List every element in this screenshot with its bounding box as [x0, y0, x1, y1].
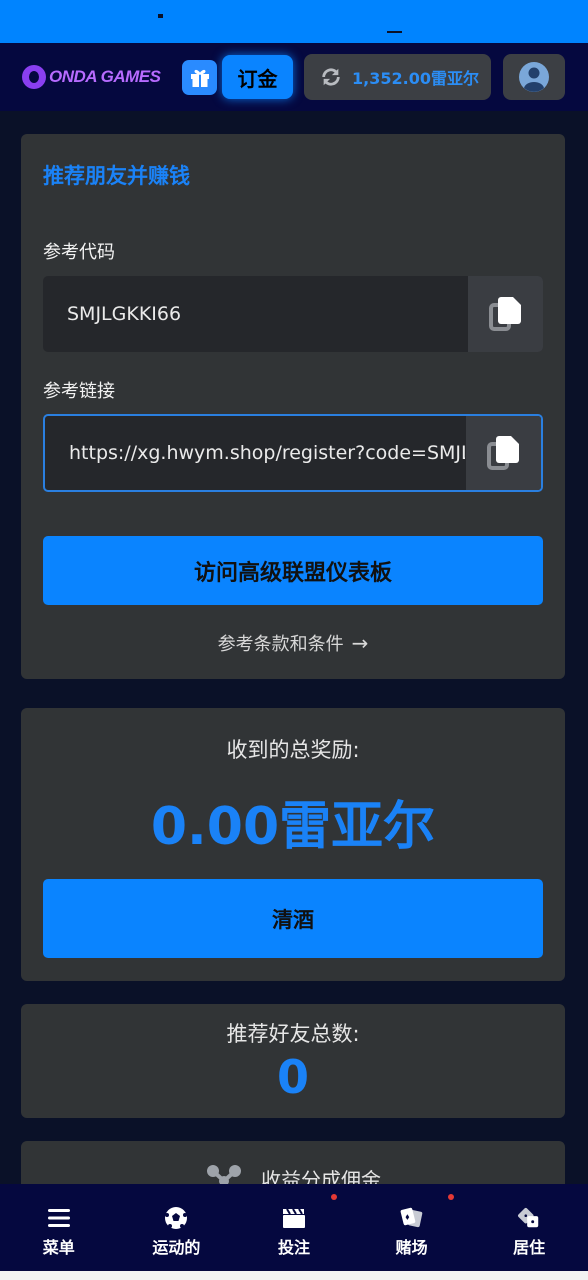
system-gesture-bar — [0, 1271, 588, 1280]
nav-label: 居住 — [513, 1238, 546, 1257]
balance-button[interactable]: 1,352.00雷亚尔 — [304, 54, 491, 100]
bottom-nav: 菜单 运动的 投注 赌场 居住 — [0, 1184, 588, 1271]
gift-icon — [190, 69, 209, 87]
referral-link-value[interactable]: https://xg.hwym.shop/register?code=SMJLG… — [69, 442, 465, 464]
dice-icon — [517, 1206, 541, 1230]
nav-item-live[interactable]: 居住 — [470, 1184, 588, 1271]
refresh-icon — [322, 68, 340, 86]
cards-icon — [400, 1206, 424, 1230]
copy-code-button[interactable] — [468, 276, 543, 352]
copy-link-button[interactable] — [466, 416, 541, 490]
avatar-icon — [519, 62, 549, 92]
terms-link-label: 参考条款和条件 — [217, 634, 344, 655]
referral-link-label: 参考链接 — [43, 381, 115, 402]
referral-code-label: 参考代码 — [43, 242, 115, 263]
logo-icon — [22, 65, 46, 89]
friends-card: 推荐好友总数: 0 — [21, 1004, 565, 1118]
affiliate-dashboard-button[interactable]: 访问高级联盟仪表板 — [43, 536, 543, 605]
deposit-button[interactable]: 订金 — [222, 55, 293, 99]
referral-title: 推荐朋友并赚钱 — [43, 164, 190, 188]
referral-link-field[interactable]: https://xg.hwym.shop/register?code=SMJLG… — [43, 414, 543, 492]
rewards-card: 收到的总奖励: 0.00雷亚尔 清酒 — [21, 708, 565, 981]
total-rewards-value: 0.00雷亚尔 — [150, 797, 436, 857]
status-indicator — [387, 31, 402, 33]
soccer-ball-icon — [164, 1206, 188, 1230]
notification-badge — [330, 1194, 337, 1200]
nav-item-bets[interactable]: 投注 — [235, 1184, 353, 1271]
copy-icon — [488, 297, 521, 331]
claim-button[interactable]: 清酒 — [43, 879, 543, 958]
app-header: ONDA GAMES 订金 1,352.00雷亚尔 — [0, 43, 588, 111]
status-indicator — [158, 14, 163, 18]
avatar-button[interactable] — [503, 54, 565, 100]
nav-label: 赌场 — [395, 1238, 428, 1257]
balance-amount: 1,352.00雷亚尔 — [352, 69, 479, 88]
referral-card: 推荐朋友并赚钱 参考代码 SMJLGKKI66 参考链接 https://xg.… — [21, 134, 565, 679]
status-bar — [0, 0, 588, 43]
nav-item-sports[interactable]: 运动的 — [118, 1184, 236, 1271]
nav-label: 投注 — [277, 1238, 310, 1257]
referral-code-field[interactable]: SMJLGKKI66 — [43, 276, 543, 352]
clapperboard-icon — [282, 1206, 306, 1230]
referral-code-value[interactable]: SMJLGKKI66 — [67, 303, 181, 325]
logo[interactable]: ONDA GAMES — [22, 63, 161, 91]
total-friends-value: 0 — [276, 1050, 309, 1104]
nav-item-menu[interactable]: 菜单 — [0, 1184, 118, 1271]
nav-label: 运动的 — [152, 1238, 201, 1257]
notification-badge — [448, 1194, 455, 1200]
total-friends-label: 推荐好友总数: — [226, 1022, 360, 1046]
menu-icon — [47, 1206, 71, 1230]
nav-item-casino[interactable]: 赌场 — [353, 1184, 471, 1271]
total-rewards-label: 收到的总奖励: — [226, 738, 360, 762]
terms-link[interactable]: 参考条款和条件 → — [21, 630, 565, 656]
gift-button[interactable] — [182, 60, 217, 95]
nav-label: 菜单 — [42, 1238, 75, 1257]
copy-icon — [486, 436, 519, 470]
logo-text: ONDA GAMES — [49, 67, 161, 86]
arrow-right-icon: → — [351, 631, 369, 655]
